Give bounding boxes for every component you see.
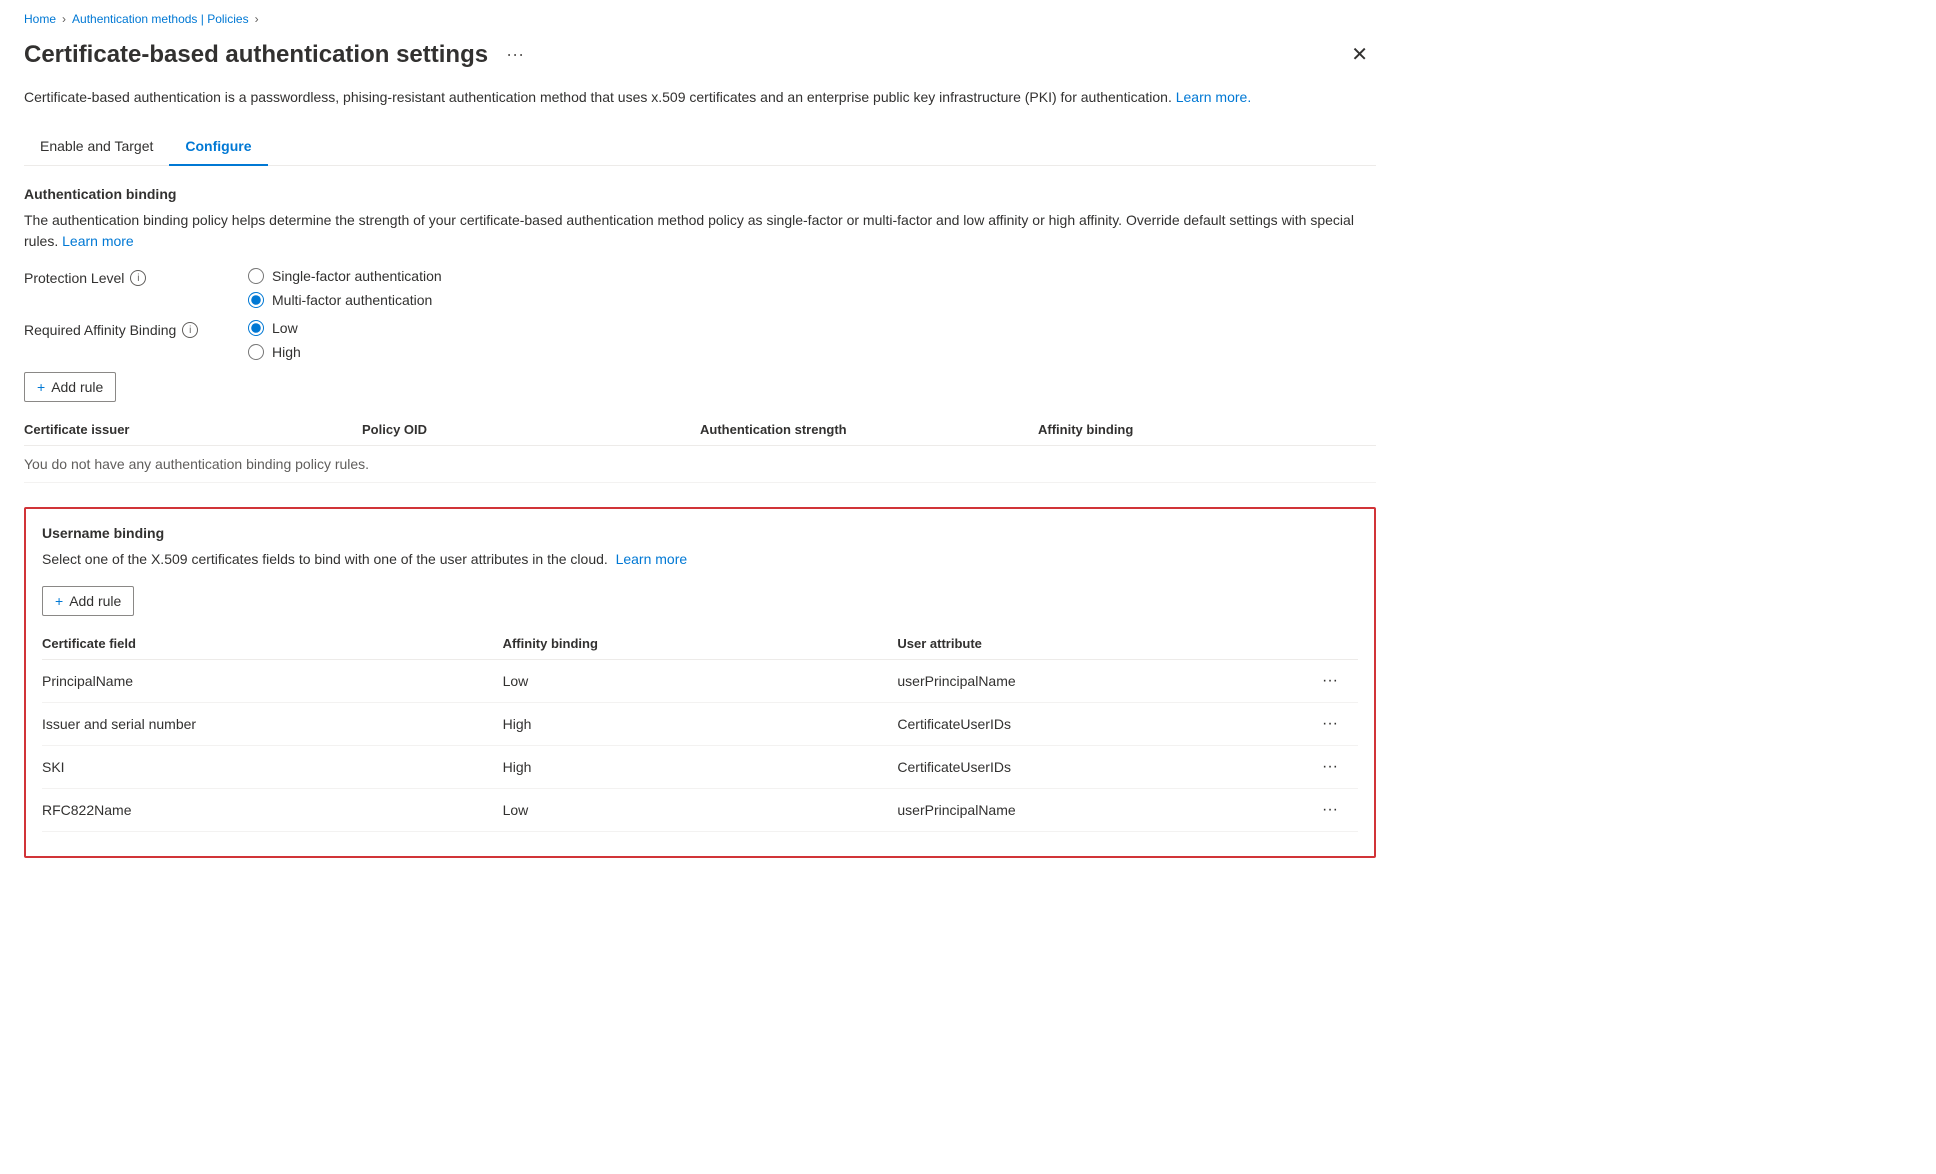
breadcrumb-policies[interactable]: Authentication methods | Policies — [72, 12, 249, 26]
page-title: Certificate-based authentication setting… — [24, 41, 488, 69]
cell-affinity-binding-2: High — [503, 746, 898, 789]
protection-level-label: Protection Level i — [24, 268, 224, 286]
row-ellipsis-button-2[interactable]: ··· — [1314, 756, 1346, 778]
cell-affinity-binding-3: Low — [503, 789, 898, 832]
cell-row-actions-3: ··· — [1292, 789, 1358, 832]
username-binding-row: Issuer and serial number High Certificat… — [42, 703, 1358, 746]
page-container: Home › Authentication methods | Policies… — [0, 0, 1400, 882]
affinity-binding-label: Required Affinity Binding i — [24, 320, 224, 338]
col-header-affinity: Affinity binding — [503, 628, 898, 660]
cell-row-actions-1: ··· — [1292, 703, 1358, 746]
low-affinity-option[interactable]: Low — [248, 320, 301, 336]
protection-level-row: Protection Level i Single-factor authent… — [24, 268, 1376, 308]
auth-binding-section: Authentication binding The authenticatio… — [24, 186, 1376, 483]
cell-certificate-field-3: RFC822Name — [42, 789, 503, 832]
cell-row-actions-2: ··· — [1292, 746, 1358, 789]
affinity-binding-radio-group: Low High — [248, 320, 301, 360]
learn-more-link-auth-binding[interactable]: Learn more — [62, 233, 134, 249]
col-header-auth-strength: Authentication strength — [700, 414, 1038, 446]
plus-icon-username: + — [55, 593, 63, 609]
row-ellipsis-button-0[interactable]: ··· — [1314, 670, 1346, 692]
learn-more-link-username-binding[interactable]: Learn more — [616, 551, 688, 567]
auth-binding-add-rule-button[interactable]: + Add rule — [24, 372, 116, 402]
row-ellipsis-button-1[interactable]: ··· — [1314, 713, 1346, 735]
auth-binding-description: The authentication binding policy helps … — [24, 210, 1376, 252]
breadcrumb-home[interactable]: Home — [24, 12, 56, 26]
auth-binding-table: Certificate issuer Policy OID Authentica… — [24, 414, 1376, 483]
auth-binding-title: Authentication binding — [24, 186, 1376, 202]
col-header-certificate-issuer: Certificate issuer — [24, 414, 362, 446]
low-affinity-radio[interactable] — [248, 320, 264, 336]
high-affinity-radio[interactable] — [248, 344, 264, 360]
auth-binding-no-data-row: You do not have any authentication bindi… — [24, 446, 1376, 483]
page-description: Certificate-based authentication is a pa… — [24, 87, 1376, 108]
cell-certificate-field-1: Issuer and serial number — [42, 703, 503, 746]
cell-certificate-field-2: SKI — [42, 746, 503, 789]
col-header-user-attribute: User attribute — [897, 628, 1292, 660]
cell-user-attribute-0: userPrincipalName — [897, 660, 1292, 703]
more-options-button[interactable]: ··· — [500, 42, 530, 67]
plus-icon-auth: + — [37, 379, 45, 395]
affinity-binding-info-icon[interactable]: i — [182, 322, 198, 338]
tab-enable-target[interactable]: Enable and Target — [24, 128, 169, 166]
username-binding-description: Select one of the X.509 certificates fie… — [42, 549, 1358, 570]
multi-factor-radio[interactable] — [248, 292, 264, 308]
row-ellipsis-button-3[interactable]: ··· — [1314, 799, 1346, 821]
multi-factor-option[interactable]: Multi-factor authentication — [248, 292, 442, 308]
add-rule-label-auth: Add rule — [51, 379, 103, 395]
col-header-policy-oid: Policy OID — [362, 414, 700, 446]
username-binding-table: Certificate field Affinity binding User … — [42, 628, 1358, 832]
tab-configure[interactable]: Configure — [169, 128, 267, 166]
auth-binding-no-data-text: You do not have any authentication bindi… — [24, 444, 369, 484]
col-header-actions-auth — [1308, 414, 1376, 446]
cell-user-attribute-3: userPrincipalName — [897, 789, 1292, 832]
username-binding-section: Username binding Select one of the X.509… — [24, 507, 1376, 858]
protection-level-info-icon[interactable]: i — [130, 270, 146, 286]
high-affinity-option[interactable]: High — [248, 344, 301, 360]
cell-certificate-field-0: PrincipalName — [42, 660, 503, 703]
col-header-certificate-field: Certificate field — [42, 628, 503, 660]
cell-user-attribute-1: CertificateUserIDs — [897, 703, 1292, 746]
cell-user-attribute-2: CertificateUserIDs — [897, 746, 1292, 789]
username-binding-add-rule-button[interactable]: + Add rule — [42, 586, 134, 616]
username-binding-row: RFC822Name Low userPrincipalName ··· — [42, 789, 1358, 832]
breadcrumb: Home › Authentication methods | Policies… — [24, 12, 1376, 26]
add-rule-label-username: Add rule — [69, 593, 121, 609]
cell-affinity-binding-1: High — [503, 703, 898, 746]
breadcrumb-separator-1: › — [62, 12, 66, 26]
cell-affinity-binding-0: Low — [503, 660, 898, 703]
single-factor-radio[interactable] — [248, 268, 264, 284]
page-header: Certificate-based authentication setting… — [24, 38, 1376, 71]
protection-level-radio-group: Single-factor authentication Multi-facto… — [248, 268, 442, 308]
col-header-row-actions — [1292, 628, 1358, 660]
col-header-affinity-binding: Affinity binding — [1038, 414, 1308, 446]
tabs-container: Enable and Target Configure — [24, 128, 1376, 166]
username-binding-title: Username binding — [42, 525, 1358, 541]
learn-more-link-top[interactable]: Learn more. — [1176, 89, 1251, 105]
cell-row-actions-0: ··· — [1292, 660, 1358, 703]
close-button[interactable]: ✕ — [1343, 38, 1376, 71]
affinity-binding-row: Required Affinity Binding i Low High — [24, 320, 1376, 360]
username-binding-row: SKI High CertificateUserIDs ··· — [42, 746, 1358, 789]
single-factor-option[interactable]: Single-factor authentication — [248, 268, 442, 284]
username-binding-row: PrincipalName Low userPrincipalName ··· — [42, 660, 1358, 703]
breadcrumb-separator-2: › — [255, 12, 259, 26]
page-title-row: Certificate-based authentication setting… — [24, 41, 530, 69]
